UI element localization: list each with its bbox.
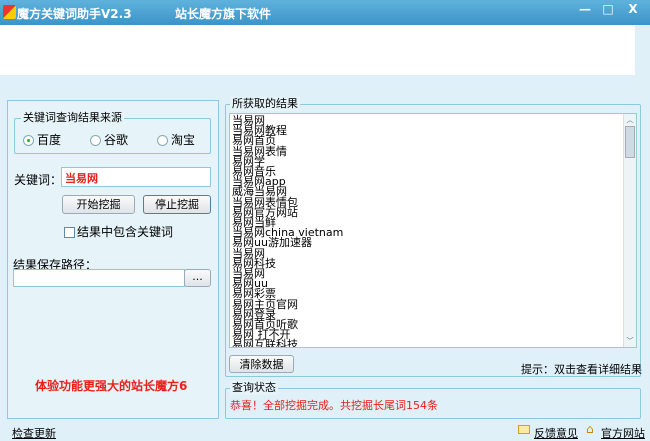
result-item[interactable]: 当易网表情 [232,145,636,157]
stop-mining-button[interactable]: 停止挖掘 [143,195,211,214]
result-item[interactable]: 当易网教程 [232,125,636,136]
source-group: 关键词查询结果来源 百度 谷歌 淘宝 [14,111,211,154]
maximize-button[interactable]: □ [597,0,619,20]
radio-google[interactable]: 谷歌 [90,131,128,148]
result-item[interactable]: 易网互联科技 [232,339,636,347]
hint-text: 提示：双击查看详细结果 [521,363,642,376]
promo-text[interactable]: 体验功能更强大的站长魔方6 [35,377,187,394]
results-list[interactable]: 当易网 当易网教程 易网首页 当易网表情 易网学 易网音乐 当易网app 威海当易网 当易网表情… [229,113,637,348]
radio-taobao[interactable]: 淘宝 [157,131,195,148]
source-group-label: 关键词查询结果来源 [21,111,124,125]
scroll-thumb[interactable] [625,126,635,158]
status-group: 查询状态 恭喜！全部挖掘完成。共挖掘长尾词154条 [225,381,641,419]
browse-button[interactable]: ... [184,269,211,287]
scroll-up-icon[interactable]: ︿ [625,115,635,125]
keyword-input[interactable]: 当易网 [61,167,211,187]
window-subtitle: 站长魔方旗下软件 [175,7,272,21]
left-panel: 关键词查询结果来源 百度 谷歌 淘宝 关键词： 当易网 开始挖掘 停止挖掘 结果… [7,100,219,419]
result-item[interactable]: 易网首页 [232,135,636,146]
scroll-down-icon[interactable]: ﹀ [625,336,635,346]
result-item[interactable]: 当易网app [232,176,636,187]
result-item[interactable]: 易网学 [232,156,636,167]
title-bar: 魔方关键词助手V2.3 站长魔方旗下软件 — □ X [0,0,650,25]
radio-baidu[interactable]: 百度 [23,131,61,148]
scrollbar[interactable]: ︿ ﹀ [623,114,636,347]
minimize-button[interactable]: — [574,0,596,20]
result-item[interactable]: 易网uu [232,278,636,289]
banner-area [0,25,635,75]
window-title: 魔方关键词助手V2.3 [17,7,132,21]
result-item[interactable]: 易网音乐 [232,166,636,177]
result-item[interactable]: 当易网 [232,268,636,279]
radio-icon [157,135,168,146]
start-mining-button[interactable]: 开始挖掘 [62,195,135,214]
result-item[interactable]: 易网首页听歌 [232,319,636,330]
home-icon: ⌂ [586,422,594,436]
result-item[interactable]: 易网uu游加速器 [232,237,636,248]
result-item[interactable]: 当易网 [232,248,636,259]
result-item[interactable]: 易网主页官网 [232,299,636,310]
radio-icon [90,135,101,146]
checkbox-icon [64,227,75,238]
close-button[interactable]: X [622,0,644,20]
keyword-label: 关键词： [14,173,63,187]
mail-icon [518,425,530,434]
save-path-input[interactable] [13,269,185,287]
radio-label: 百度 [37,133,62,147]
clear-data-button[interactable]: 清除数据 [229,355,294,373]
result-item[interactable]: 当易网 [232,115,636,126]
radio-label: 谷歌 [104,133,129,147]
result-item[interactable]: 易网科技 [232,258,636,269]
status-message: 恭喜！全部挖掘完成。共挖掘长尾词154条 [230,399,438,412]
include-keyword-checkbox[interactable]: 结果中包含关键词 [64,223,173,240]
radio-icon [23,135,34,146]
results-group-label: 所获取的结果 [230,97,300,111]
radio-label: 淘宝 [171,133,196,147]
app-logo-icon [3,5,16,19]
checkbox-label: 结果中包含关键词 [77,225,174,239]
status-group-label: 查询状态 [230,381,278,395]
result-item[interactable]: 易网官方网站 [232,207,636,218]
